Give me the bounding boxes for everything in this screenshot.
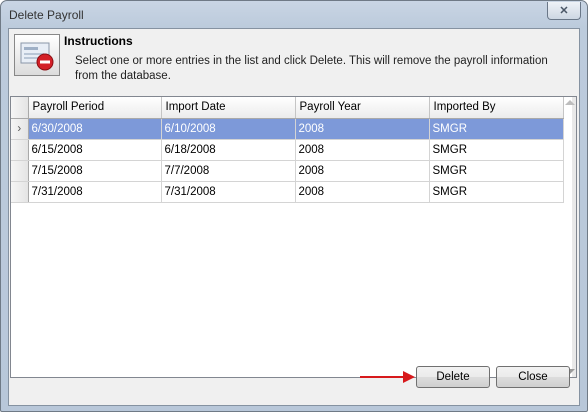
annotation-arrow-shaft	[360, 376, 406, 378]
table-row[interactable]: 7/15/2008 7/7/2008 2008 SMGR	[11, 160, 564, 182]
payroll-grid[interactable]: Payroll Period Import Date Payroll Year …	[10, 96, 577, 378]
cell-import-date[interactable]: 7/31/2008	[161, 181, 296, 203]
cell-payroll-year[interactable]: 2008	[295, 181, 430, 203]
cell-import-date[interactable]: 7/7/2008	[161, 160, 296, 182]
table-row[interactable]: 6/15/2008 6/18/2008 2008 SMGR	[11, 139, 564, 161]
cell-import-date[interactable]: 6/10/2008	[161, 118, 296, 140]
current-row-indicator-icon: ›	[11, 118, 29, 140]
column-header-payroll-period[interactable]: Payroll Period	[28, 97, 162, 119]
cell-payroll-period[interactable]: 7/15/2008	[28, 160, 162, 182]
row-header-corner	[11, 97, 29, 119]
cell-payroll-year[interactable]: 2008	[295, 118, 430, 140]
scroll-up-icon[interactable]	[565, 100, 575, 105]
cell-imported-by[interactable]: SMGR	[429, 160, 564, 182]
cell-payroll-period[interactable]: 6/30/2008	[28, 118, 162, 140]
cell-import-date[interactable]: 6/18/2008	[161, 139, 296, 161]
annotation-arrow-icon	[403, 371, 415, 383]
payroll-table: Payroll Period Import Date Payroll Year …	[11, 97, 564, 203]
window-title: Delete Payroll	[9, 8, 84, 22]
instructions-title: Instructions	[64, 34, 133, 48]
column-header-payroll-year[interactable]: Payroll Year	[295, 97, 430, 119]
instructions-text: Select one or more entries in the list a…	[75, 55, 548, 82]
cell-imported-by[interactable]: SMGR	[429, 139, 564, 161]
cell-imported-by[interactable]: SMGR	[429, 118, 564, 140]
table-row[interactable]: › 6/30/2008 6/10/2008 2008 SMGR	[11, 118, 564, 140]
cell-payroll-period[interactable]: 6/15/2008	[28, 139, 162, 161]
table-header-row: Payroll Period Import Date Payroll Year …	[11, 97, 564, 119]
vertical-scrollbar[interactable]	[565, 97, 576, 377]
payroll-delete-icon	[14, 34, 60, 76]
dialog-body: Instructions Select one or more entries …	[8, 28, 580, 406]
row-header[interactable]	[11, 181, 29, 203]
column-header-import-date[interactable]: Import Date	[161, 97, 296, 119]
close-icon: ✕	[559, 5, 569, 17]
cell-payroll-year[interactable]: 2008	[295, 160, 430, 182]
title-bar[interactable]: Delete Payroll ✕	[1, 1, 587, 29]
delete-button[interactable]: Delete	[416, 366, 490, 388]
row-header[interactable]	[11, 160, 29, 182]
cell-payroll-period[interactable]: 7/31/2008	[28, 181, 162, 203]
window-close-button[interactable]: ✕	[547, 2, 581, 20]
cell-payroll-year[interactable]: 2008	[295, 139, 430, 161]
row-header[interactable]	[11, 139, 29, 161]
close-button[interactable]: Close	[496, 366, 570, 388]
column-header-imported-by[interactable]: Imported By	[429, 97, 564, 119]
cell-imported-by[interactable]: SMGR	[429, 181, 564, 203]
table-row[interactable]: 7/31/2008 7/31/2008 2008 SMGR	[11, 181, 564, 203]
delete-payroll-window: Delete Payroll ✕ Instructions Select one…	[0, 0, 588, 412]
